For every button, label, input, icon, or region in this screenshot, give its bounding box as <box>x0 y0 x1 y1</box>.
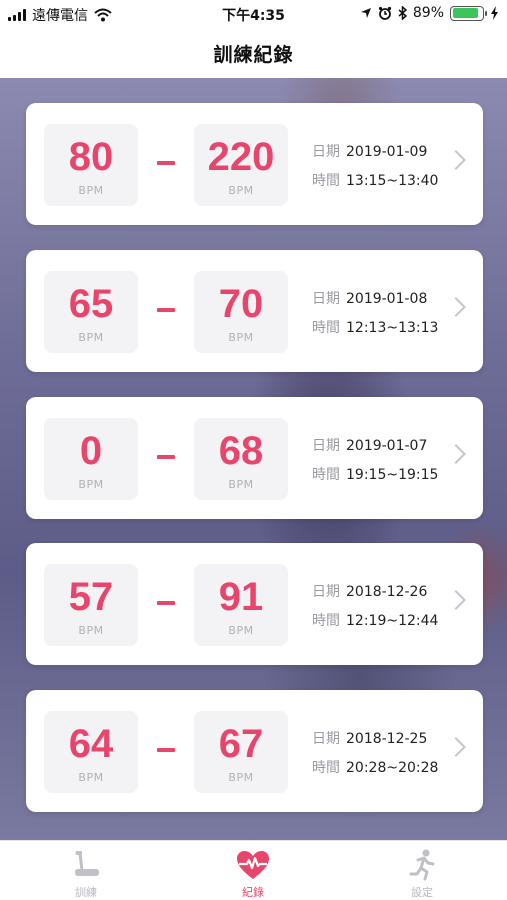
date-label: 日期 <box>312 584 340 600</box>
record-card[interactable]: 0 BPM 68 BPM 日期 2019-01-07 時間 19:15~19:15 <box>26 397 483 519</box>
status-right: 89% <box>360 5 499 21</box>
date-value: 2019-01-08 <box>346 291 428 307</box>
record-date: 日期 2019-01-08 <box>312 288 427 308</box>
date-label: 日期 <box>312 438 340 454</box>
chevron-right-icon[interactable] <box>446 150 466 170</box>
record-card[interactable]: 64 BPM 67 BPM 日期 2018-12-25 時間 20:28~20:28 <box>26 690 483 812</box>
record-time: 時間 20:28~20:28 <box>312 757 438 777</box>
time-label: 時間 <box>312 173 340 189</box>
record-card[interactable]: 65 BPM 70 BPM 日期 2019-01-08 時間 12:13~13:13 <box>26 250 483 372</box>
bpm-unit-label: BPM <box>78 331 104 344</box>
record-date: 日期 2018-12-25 <box>312 728 427 748</box>
bpm-low-box: 80 BPM <box>44 124 138 206</box>
charging-icon <box>491 6 498 20</box>
bpm-unit-label: BPM <box>78 184 104 197</box>
bpm-high-value: 220 <box>207 135 275 179</box>
page-title: 訓練紀錄 <box>213 43 294 66</box>
bpm-low-value: 80 <box>68 135 114 179</box>
location-icon <box>360 8 371 18</box>
heart-pulse-icon <box>237 851 269 879</box>
bpm-high-value: 67 <box>218 722 264 766</box>
record-time: 時間 12:13~13:13 <box>312 317 438 337</box>
battery-fill <box>452 8 479 18</box>
bpm-unit-label: BPM <box>78 478 104 491</box>
bpm-low-box: 64 BPM <box>44 711 138 793</box>
bpm-high-box: 67 BPM <box>194 711 288 793</box>
bpm-low-value: 64 <box>68 722 114 766</box>
range-dash <box>157 308 175 312</box>
bpm-unit-label: BPM <box>228 184 254 197</box>
record-time: 時間 12:19~12:44 <box>312 610 438 630</box>
battery-icon <box>450 5 487 21</box>
time-range-value: 19:15~19:15 <box>346 467 439 483</box>
time-range-value: 20:28~20:28 <box>346 760 439 776</box>
tab-records[interactable]: 紀錄 <box>213 847 293 899</box>
bpm-unit-label: BPM <box>78 624 104 637</box>
chevron-right-icon[interactable] <box>446 297 466 317</box>
bpm-low-value: 0 <box>79 429 103 473</box>
chevron-right-icon[interactable] <box>446 444 466 464</box>
date-value: 2019-01-07 <box>346 438 428 454</box>
range-dash <box>157 161 175 165</box>
bpm-low-value: 65 <box>68 282 114 326</box>
date-label: 日期 <box>312 291 340 307</box>
time-label: 時間 <box>312 613 340 629</box>
bpm-high-box: 91 BPM <box>194 564 288 646</box>
chevron-right-icon[interactable] <box>446 737 466 757</box>
bpm-high-box: 220 BPM <box>194 124 288 206</box>
bpm-unit-label: BPM <box>78 771 104 784</box>
bpm-high-box: 70 BPM <box>194 271 288 353</box>
time-range-value: 13:15~13:40 <box>346 173 439 189</box>
tab-settings-label: 設定 <box>411 886 433 899</box>
treadmill-icon <box>75 851 99 876</box>
time-range-value: 12:13~13:13 <box>346 320 439 336</box>
bpm-unit-label: BPM <box>228 624 254 637</box>
bpm-unit-label: BPM <box>228 331 254 344</box>
date-value: 2019-01-09 <box>346 144 428 160</box>
record-date: 日期 2019-01-09 <box>312 141 427 161</box>
record-date: 日期 2018-12-26 <box>312 581 427 601</box>
time-label: 時間 <box>312 760 340 776</box>
record-time: 時間 13:15~13:40 <box>312 170 438 190</box>
chevron-right-icon[interactable] <box>446 590 466 610</box>
bpm-high-value: 68 <box>218 429 264 473</box>
time-label: 時間 <box>312 320 340 336</box>
bpm-unit-label: BPM <box>228 771 254 784</box>
date-value: 2018-12-25 <box>346 731 428 747</box>
bpm-low-box: 65 BPM <box>44 271 138 353</box>
tab-training-label: 訓練 <box>75 886 97 899</box>
date-label: 日期 <box>312 731 340 747</box>
range-dash <box>157 455 175 459</box>
range-dash <box>157 601 175 605</box>
bpm-high-value: 91 <box>218 575 264 619</box>
bluetooth-icon <box>398 6 407 20</box>
time-range-value: 12:19~12:44 <box>346 613 439 629</box>
bpm-high-value: 70 <box>218 282 264 326</box>
battery-percent: 89% <box>412 5 444 21</box>
date-value: 2018-12-26 <box>346 584 428 600</box>
status-bar: 遠傳電信 下午4:35 89% <box>0 0 507 28</box>
record-card[interactable]: 80 BPM 220 BPM 日期 2019-01-09 時間 13:15~13:4… <box>26 103 483 225</box>
tab-training[interactable]: 訓練 <box>46 847 126 899</box>
record-date: 日期 2019-01-07 <box>312 435 427 455</box>
bpm-low-box: 57 BPM <box>44 564 138 646</box>
tab-bar: 訓練 紀錄 設定 <box>0 840 507 900</box>
tab-settings[interactable]: 設定 <box>382 847 462 899</box>
tab-records-label: 紀錄 <box>242 886 264 899</box>
runner-icon <box>409 849 435 881</box>
record-card[interactable]: 57 BPM 91 BPM 日期 2018-12-26 時間 12:19~12:44 <box>26 543 483 665</box>
range-dash <box>157 748 175 752</box>
bpm-low-value: 57 <box>68 575 114 619</box>
time-label: 時間 <box>312 467 340 483</box>
nav-bar: 訓練紀錄 <box>0 28 507 78</box>
bpm-high-box: 68 BPM <box>194 418 288 500</box>
date-label: 日期 <box>312 144 340 160</box>
bpm-unit-label: BPM <box>228 478 254 491</box>
alarm-icon <box>378 6 391 20</box>
bpm-low-box: 0 BPM <box>44 418 138 500</box>
record-time: 時間 19:15~19:15 <box>312 464 438 484</box>
